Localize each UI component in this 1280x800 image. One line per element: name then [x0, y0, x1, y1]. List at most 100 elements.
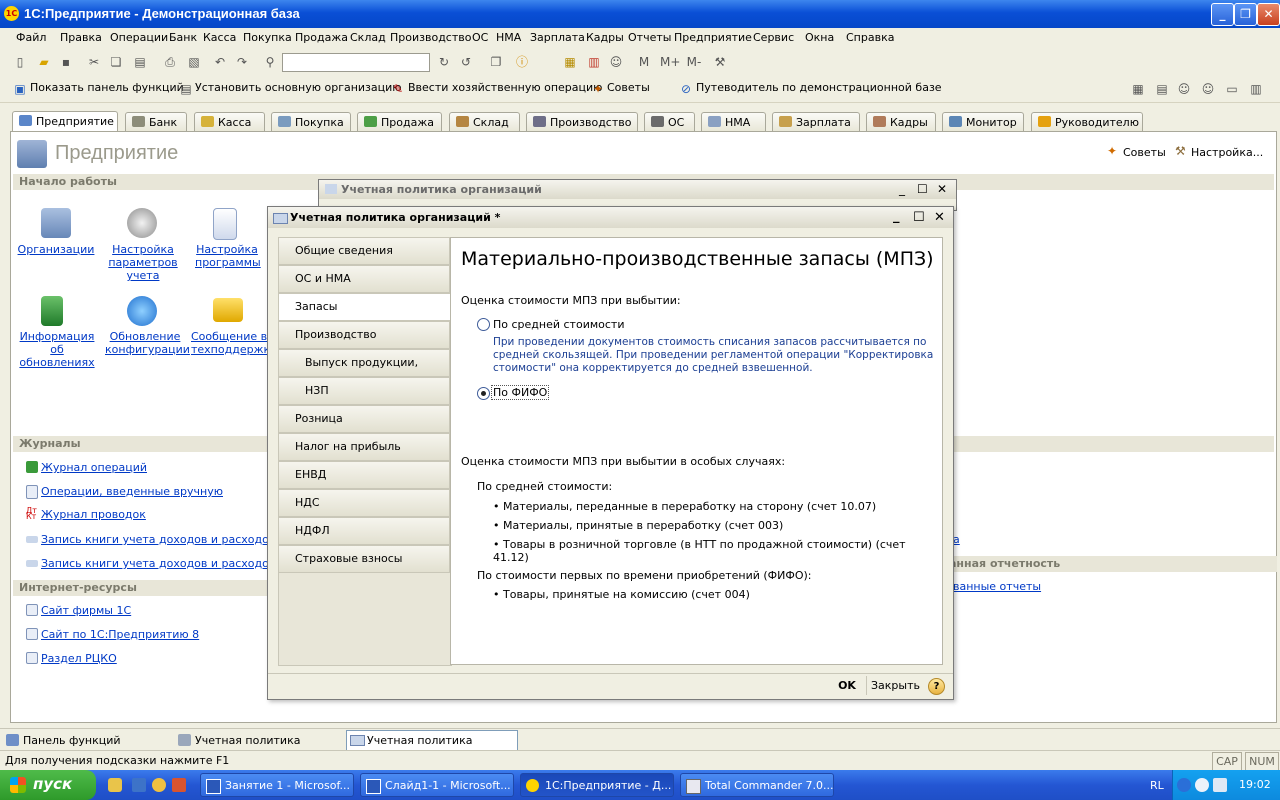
users-icon[interactable]: ☺: [608, 54, 624, 70]
bg-maximize-button[interactable]: ☐: [917, 182, 928, 196]
menu-warehouse[interactable]: Склад: [350, 31, 386, 44]
tab-salary[interactable]: Зарплата: [772, 112, 860, 132]
nav-vat[interactable]: НДС: [278, 489, 450, 517]
link-journal-postings[interactable]: Журнал проводок: [41, 508, 146, 521]
task-word-2[interactable]: Слайд1-1 - Microsoft...: [360, 773, 514, 797]
menu-cash[interactable]: Касса: [203, 31, 236, 44]
tab-manager[interactable]: Руководителю: [1031, 112, 1143, 132]
search-input[interactable]: [282, 53, 430, 72]
tray-icon-1[interactable]: [1177, 778, 1191, 792]
set-main-org-button[interactable]: Установить основную организацию: [195, 81, 402, 94]
tips-button[interactable]: Советы: [607, 81, 650, 94]
start-button[interactable]: пуск: [0, 770, 96, 800]
search-icon[interactable]: ⚲: [262, 54, 278, 70]
nav-envd[interactable]: ЕНВД: [278, 461, 450, 489]
link-manual-operations[interactable]: Операции, введенные вручную: [41, 485, 223, 498]
quicklaunch-icon-2[interactable]: [132, 778, 146, 792]
menu-reports[interactable]: Отчеты: [628, 31, 671, 44]
menu-operations[interactable]: Операции: [110, 31, 168, 44]
radio-fifo[interactable]: [477, 387, 490, 400]
nav-wip[interactable]: НЗП: [278, 377, 450, 405]
close-button[interactable]: ✕: [1257, 3, 1280, 26]
task-word-1[interactable]: Занятие 1 - Microsof...: [200, 773, 354, 797]
copy-icon[interactable]: ❏: [108, 54, 124, 70]
tab-bank[interactable]: Банк: [125, 112, 187, 132]
nav-general[interactable]: Общие сведения: [278, 237, 450, 265]
toolbar-icon-e[interactable]: ▭: [1224, 81, 1240, 97]
tab-warehouse[interactable]: Склад: [449, 112, 520, 132]
nav-inventory[interactable]: Запасы: [278, 293, 451, 321]
switch-policy-window-1[interactable]: Учетная политика организ...: [174, 730, 344, 766]
link-organizations[interactable]: Организации: [16, 243, 96, 256]
nav-retail[interactable]: Розница: [278, 405, 450, 433]
menu-nma[interactable]: НМА: [496, 31, 521, 44]
toolbar-icon-d[interactable]: ☺: [1200, 81, 1216, 97]
undo-icon[interactable]: ↶: [212, 54, 228, 70]
tab-sales[interactable]: Продажа: [357, 112, 442, 132]
minimize-button[interactable]: _: [1211, 3, 1234, 26]
toolbar-icon-b[interactable]: ▤: [1154, 81, 1170, 97]
menu-help[interactable]: Справка: [846, 31, 894, 44]
dialog-maximize-button[interactable]: ☐: [913, 210, 925, 225]
tab-os[interactable]: ОС: [644, 112, 695, 132]
bg-close-button[interactable]: ✕: [937, 182, 947, 196]
link-1c-enterprise-site[interactable]: Сайт по 1С:Предприятию 8: [41, 628, 199, 641]
link-book-record-ip[interactable]: Запись книги учета доходов и расходов (И…: [41, 557, 269, 570]
ok-button[interactable]: OK: [834, 676, 860, 695]
new-doc-icon[interactable]: ▯: [12, 54, 28, 70]
restore-button[interactable]: ❐: [1234, 3, 1257, 26]
task-1c[interactable]: 1С:Предприятие - Д...: [520, 773, 674, 797]
nav-production[interactable]: Производство: [278, 321, 450, 349]
redo-icon[interactable]: ↷: [234, 54, 250, 70]
switch-policy-window-2[interactable]: Учетная политика организ...: [346, 730, 518, 766]
cut-icon[interactable]: ✂: [86, 54, 102, 70]
memory-plus-icon[interactable]: M+: [660, 54, 680, 70]
dialog-close-button[interactable]: ✕: [934, 210, 945, 225]
menu-purchase[interactable]: Покупка: [243, 31, 292, 44]
toolbar-icon-a[interactable]: ▦: [1130, 81, 1146, 97]
radio-average-label[interactable]: По средней стоимости: [493, 318, 624, 331]
memory-minus-icon[interactable]: M-: [684, 54, 704, 70]
dialog-minimize-button[interactable]: _: [893, 209, 900, 224]
help-icon[interactable]: ?: [928, 678, 945, 695]
calendar-icon[interactable]: ▥: [586, 54, 602, 70]
panel-tips-link[interactable]: Советы: [1123, 146, 1166, 159]
menu-salary[interactable]: Зарплата: [530, 31, 585, 44]
menu-production[interactable]: Производство: [390, 31, 471, 44]
link-right-fragment[interactable]: а: [953, 533, 960, 546]
clock[interactable]: 19:02: [1239, 778, 1271, 791]
tab-hr[interactable]: Кадры: [866, 112, 936, 132]
memory-m-icon[interactable]: M: [636, 54, 652, 70]
menu-file[interactable]: Файл: [16, 31, 46, 44]
link-regulated-reports[interactable]: ванные отчеты: [953, 580, 1041, 593]
save-icon[interactable]: ▪: [58, 54, 74, 70]
tools-icon[interactable]: ⚒: [712, 54, 728, 70]
print-icon[interactable]: ⎙: [162, 54, 178, 70]
task-total-commander[interactable]: Total Commander 7.0...: [680, 773, 834, 797]
nav-profit-tax[interactable]: Налог на прибыль: [278, 433, 450, 461]
radio-fifo-label[interactable]: По ФИФО: [491, 385, 550, 400]
menu-edit[interactable]: Правка: [60, 31, 102, 44]
tray-icon-2[interactable]: [1195, 778, 1209, 792]
link-book-record-us[interactable]: Запись книги учета доходов и расходов (У…: [41, 533, 269, 546]
quicklaunch-icon-3[interactable]: [152, 778, 166, 792]
link-config-update[interactable]: Обновление конфигурации: [105, 330, 190, 356]
info-icon[interactable]: ⓘ: [514, 54, 530, 70]
paste-icon[interactable]: ▤: [132, 54, 148, 70]
toolbar-icon-c[interactable]: ☺: [1176, 81, 1192, 97]
switch-function-panel[interactable]: Панель функций: [2, 730, 174, 751]
tab-production[interactable]: Производство: [526, 112, 638, 132]
tray-icon-3[interactable]: [1213, 778, 1227, 792]
menu-enterprise[interactable]: Предприятие: [674, 31, 752, 44]
link-accounting-params[interactable]: Настройка параметров учета: [105, 243, 181, 282]
menu-os[interactable]: ОС: [472, 31, 488, 44]
radio-average[interactable]: [477, 318, 490, 331]
tab-cash[interactable]: Касса: [194, 112, 265, 132]
link-rcko[interactable]: Раздел РЦКО: [41, 652, 117, 665]
open-folder-icon[interactable]: ▰: [36, 54, 52, 70]
link-1c-site[interactable]: Сайт фирмы 1С: [41, 604, 131, 617]
find-prev-icon[interactable]: ↺: [458, 54, 474, 70]
link-update-info[interactable]: Информация об обновлениях: [17, 330, 97, 369]
calculator-icon[interactable]: ▦: [562, 54, 578, 70]
link-journal-operations[interactable]: Журнал операций: [41, 461, 147, 474]
